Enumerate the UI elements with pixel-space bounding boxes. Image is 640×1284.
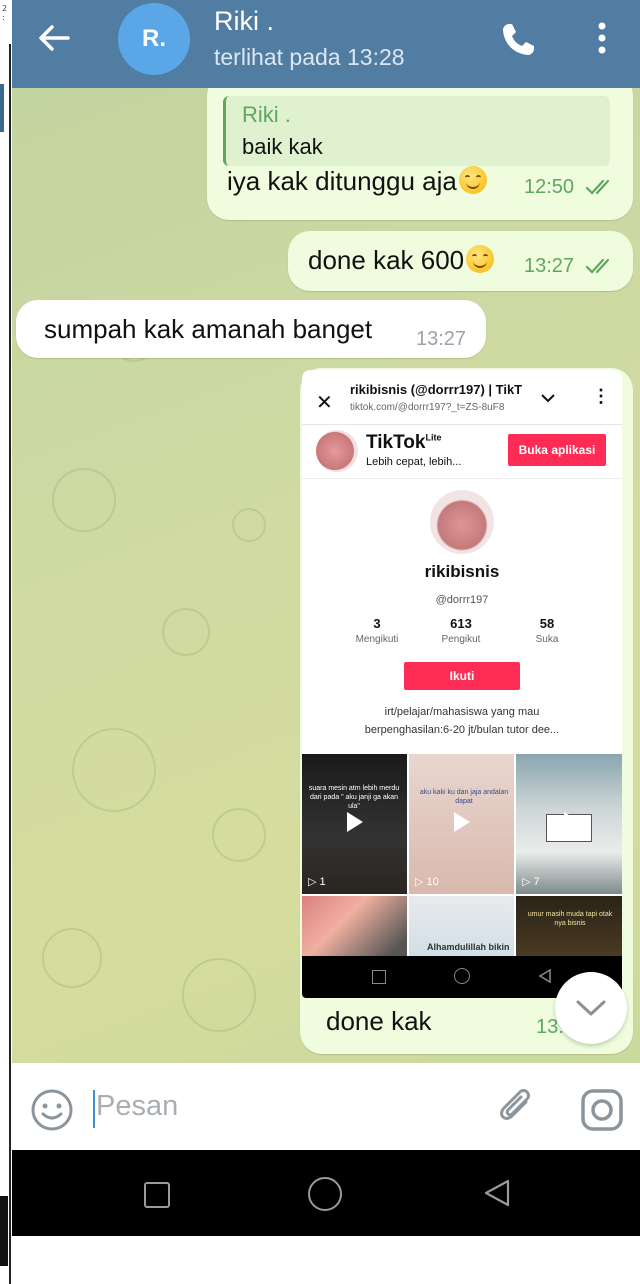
video-thumbnail: aku kaki ku dan jaja andalan dapat ▷ 10	[409, 754, 514, 894]
more-vertical-icon[interactable]	[592, 18, 612, 58]
profile-username: rikibisnis	[424, 562, 500, 581]
outgoing-image-message-bubble[interactable]: ✕ rikibisnis (@dorrr197) | TikT tiktok.c…	[300, 368, 633, 1054]
home-circle-icon[interactable]	[308, 1177, 342, 1211]
play-icon	[564, 812, 580, 832]
browser-page-title: rikibisnis (@dorrr197) | TikT	[350, 382, 523, 397]
outgoing-message-bubble[interactable]: done kak 600 13:27	[288, 231, 633, 291]
left-edge-line	[9, 44, 11, 1284]
video-thumbnail: umur masih muda tapi otak nya bisnis	[516, 896, 622, 956]
recents-square-icon[interactable]	[144, 1182, 170, 1208]
likes-label: Suka	[535, 634, 559, 645]
video-thumbnail: ▷ 7	[516, 754, 622, 894]
instagram-camera-icon[interactable]	[580, 1088, 624, 1132]
divider	[302, 424, 622, 425]
video-caption: Alhamdulillah bikin	[427, 942, 510, 952]
following-count: 3	[373, 616, 381, 631]
text-cursor	[93, 1090, 95, 1128]
triangle-back-icon	[538, 968, 551, 984]
scroll-down-button[interactable]	[555, 972, 627, 1044]
menu-dots-icon: ⋮	[592, 386, 610, 406]
profile-handle: @dorrr197	[435, 594, 489, 606]
message-text: iya kak ditunggu aja	[227, 166, 487, 197]
profile-thumbnail	[316, 430, 358, 472]
message-time: 13:27	[524, 255, 575, 277]
divider	[302, 478, 622, 479]
last-seen-status: terlihat pada 13:28	[214, 44, 405, 70]
message-caption: done kak	[326, 1006, 432, 1036]
tiktok-tagline: Lebih cepat, lebih...	[366, 456, 462, 468]
left-edge-marker	[0, 84, 4, 132]
background-doodle	[52, 468, 116, 532]
followers-label: Pengikut	[441, 634, 481, 645]
video-thumbnail: Alhamdulillah bikin	[409, 896, 514, 956]
chevron-down-icon	[541, 394, 555, 403]
arrow-left-icon[interactable]	[34, 18, 74, 58]
background-doodle	[182, 958, 256, 1032]
message-input[interactable]: Pesan	[96, 1090, 178, 1123]
reply-text: baik kak	[242, 134, 323, 159]
image-attachment[interactable]: ✕ rikibisnis (@dorrr197) | TikT tiktok.c…	[302, 370, 622, 998]
double-check-icon	[585, 179, 610, 195]
background-doodle	[232, 508, 266, 542]
video-views: ▷ 1	[308, 876, 326, 888]
chevron-down-icon	[576, 1000, 606, 1016]
outgoing-message-bubble[interactable]: Riki . baik kak iya kak ditunggu aja 12:…	[207, 88, 633, 220]
incoming-message-bubble[interactable]: sumpah kak amanah banget 13:27	[16, 300, 486, 358]
profile-avatar	[430, 490, 494, 554]
message-text: done kak 600	[308, 245, 495, 276]
paperclip-icon[interactable]	[496, 1086, 536, 1130]
video-views: ▷ 7	[522, 876, 540, 888]
chat-messages-area[interactable]: Riki . baik kak iya kak ditunggu aja 12:…	[12, 88, 640, 1063]
following-label: Mengikuti	[355, 634, 399, 645]
smiling-face-emoji	[458, 166, 487, 194]
browser-url: tiktok.com/@dorrr197?_t=ZS-8uF8	[350, 402, 505, 413]
tiktok-logo-text: TikTokLite	[366, 432, 442, 453]
background-doodle	[72, 728, 156, 812]
video-thumbnail: suara mesin atm lebih merdu dari pada " …	[302, 754, 407, 894]
background-doodle	[162, 608, 210, 656]
close-icon: ✕	[316, 392, 333, 414]
chat-header: R. Riki . terlihat pada 13:28	[12, 0, 640, 88]
background-doodle	[212, 808, 266, 862]
circle-icon	[454, 968, 470, 984]
reply-quote[interactable]: Riki . baik kak	[223, 96, 610, 166]
left-edge-digits: 2:	[2, 4, 8, 22]
likes-count: 58	[539, 616, 555, 631]
followers-count: 613	[450, 616, 472, 631]
back-triangle-icon[interactable]	[480, 1176, 514, 1210]
reply-author: Riki .	[242, 102, 291, 127]
message-text: sumpah kak amanah banget	[44, 314, 373, 344]
video-thumbnail	[302, 896, 407, 956]
video-views: ▷ 10	[415, 876, 439, 888]
play-icon	[347, 812, 363, 832]
square-icon	[372, 970, 386, 984]
smiling-face-emoji	[466, 245, 495, 273]
message-time: 12:50	[524, 176, 575, 198]
follow-button: Ikuti	[404, 662, 520, 690]
bio-line-1: irt/pelajar/mahasiswa yang mau	[384, 706, 540, 718]
message-time: 13:27	[416, 328, 467, 350]
contact-name[interactable]: Riki .	[214, 6, 274, 37]
left-edge-marker-bottom	[0, 1196, 8, 1266]
contact-avatar[interactable]: R.	[118, 3, 190, 75]
smile-icon[interactable]	[30, 1088, 74, 1132]
double-check-icon	[585, 258, 610, 274]
background-doodle	[42, 928, 102, 988]
phone-icon[interactable]	[498, 20, 538, 60]
open-app-button: Buka aplikasi	[508, 434, 606, 466]
play-icon	[454, 812, 470, 832]
bio-line-2: berpenghasilan:6-20 jt/bulan tutor dee..…	[364, 724, 560, 736]
